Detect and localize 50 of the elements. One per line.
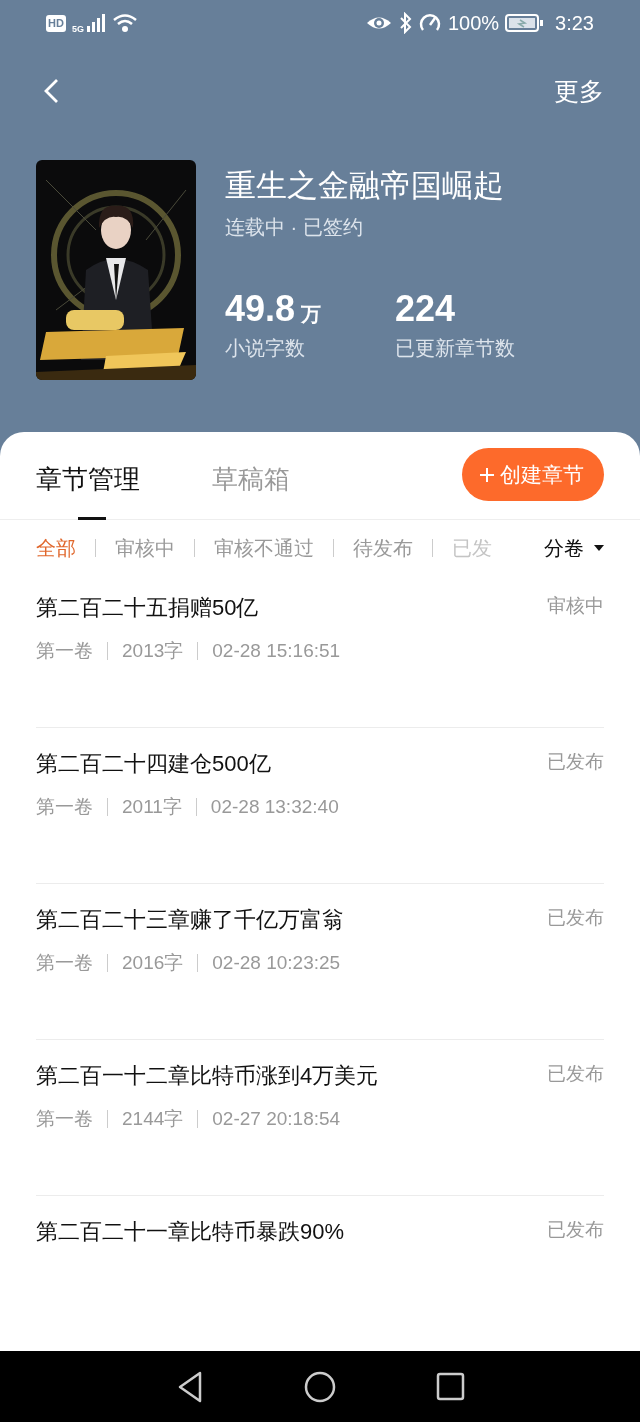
stat-value: 224 [395, 289, 456, 329]
chapter-status: 已发布 [547, 750, 604, 774]
recent-apps-icon[interactable] [435, 1372, 465, 1401]
clock-time: 3:23 [555, 11, 594, 35]
chapter-time: 02-28 15:16:51 [212, 640, 341, 662]
chapter-volume: 第一卷 [36, 639, 93, 663]
battery-icon [505, 12, 546, 34]
chapter-time: 02-28 13:32:40 [210, 796, 339, 818]
book-status: 连载中 · 已签约 [225, 215, 364, 240]
chapter-status: 已发布 [547, 906, 604, 930]
chapter-volume: 第一卷 [36, 951, 93, 975]
bluetooth-icon [397, 12, 412, 34]
signal-icon [85, 12, 106, 34]
filter-tab[interactable]: 审核不通过 [214, 534, 314, 562]
network-type: 5G [71, 24, 84, 34]
create-chapter-button[interactable]: 创建章节 [462, 448, 604, 501]
book-title: 重生之金融帝国崛起 [225, 167, 505, 205]
word-count: 2011字 [122, 795, 182, 819]
filter-tab[interactable]: 全部 [36, 534, 76, 562]
caret-icon [594, 545, 604, 551]
chapter-title[interactable]: 第二百二十一章比特币暴跌90% [36, 1216, 345, 1248]
chapter-title[interactable]: 第二百二十四建仓500亿 [36, 748, 271, 780]
stat-label: 小说字数 [225, 336, 306, 361]
home-icon[interactable] [303, 1370, 336, 1403]
chapter-volume: 第一卷 [36, 1107, 93, 1131]
chapter-time: 02-28 10:23:25 [212, 952, 341, 974]
more-button[interactable]: 更多 [554, 74, 604, 108]
chapter-status: 已发布 [547, 1218, 604, 1242]
battery-percent: 100% [447, 11, 500, 35]
chapter-title[interactable]: 第二百一十二章比特币涨到4万美元 [36, 1060, 379, 1092]
tab[interactable]: 章节管理 [36, 462, 140, 520]
tab[interactable]: 草稿箱 [212, 462, 290, 520]
stat-label: 已更新章节数 [395, 336, 516, 361]
chapter-title[interactable]: 第二百二十三章赚了千亿万富翁 [36, 904, 344, 936]
stat-value: 49.8 [225, 289, 296, 329]
word-count: 2016字 [122, 951, 184, 975]
chapter-volume: 第一卷 [36, 795, 93, 819]
volume-dropdown[interactable]: 分卷 [544, 534, 604, 562]
plus-icon [478, 465, 496, 484]
chapter-time: 02-27 20:18:54 [212, 1108, 341, 1130]
filter-tab[interactable]: 待发布 [353, 534, 413, 562]
chapter-status: 已发布 [547, 1062, 604, 1086]
wifi-icon [111, 12, 138, 34]
chapter-status: 审核中 [547, 594, 604, 618]
word-count: 2013字 [122, 639, 184, 663]
word-count: 2144字 [122, 1107, 184, 1131]
hd-badge: HD [46, 14, 66, 32]
stat-unit: 万 [301, 302, 322, 327]
filter-tab[interactable]: 审核中 [115, 534, 175, 562]
chapter-title[interactable]: 第二百二十五捐赠50亿 [36, 592, 259, 624]
